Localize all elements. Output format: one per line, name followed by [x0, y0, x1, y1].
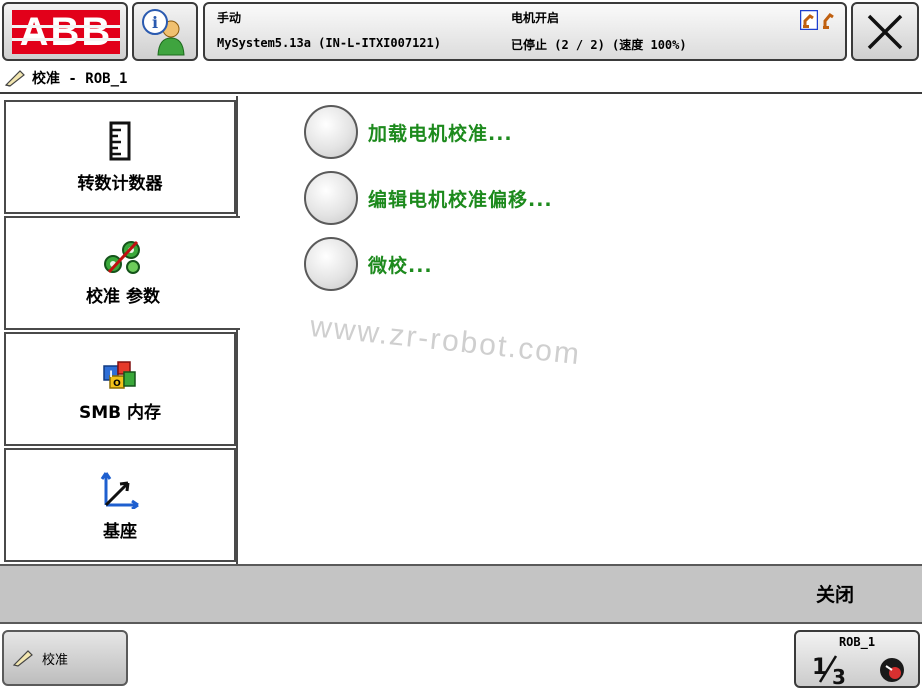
option-label: 微校... — [368, 254, 433, 277]
abb-menu-button[interactable]: ABB — [2, 2, 128, 61]
sidebar-item-label: SMB 内存 — [78, 402, 162, 423]
robot-icon — [823, 13, 834, 29]
smb-memory-icon: I O — [103, 360, 136, 389]
revolution-counter-icon — [109, 121, 131, 160]
close-window-button[interactable] — [851, 2, 919, 61]
window-title: 校准 - ROB_1 — [32, 71, 128, 87]
sidebar-item-label: 转数计数器 — [77, 173, 163, 194]
top-bar: ABB i 手动 MySystem5.13a (IN-L-ITXI007121)… — [0, 0, 922, 64]
operating-mode: 手动 — [217, 11, 242, 25]
quickset-menu-button[interactable]: ROB_1 1 3 — [794, 630, 920, 688]
sidebar-item-label: 基座 — [103, 521, 137, 542]
mechanical-unit: ROB_1 — [838, 635, 876, 649]
taskbar-item-label: 校准 — [42, 652, 69, 668]
logo-stripe — [12, 25, 120, 28]
radio-button[interactable] — [304, 105, 358, 159]
robot-selected-icon — [800, 10, 818, 30]
sidebar-item-base-frame[interactable]: 基座 — [4, 448, 236, 562]
operator-window-button[interactable]: i — [132, 2, 198, 61]
svg-text:1: 1 — [812, 655, 827, 680]
svg-text:O: O — [113, 379, 121, 389]
svg-text:I: I — [109, 370, 112, 380]
sidebar-divider — [236, 330, 238, 564]
abb-logo: ABB — [12, 10, 120, 54]
calibration-main-area: 转数计数器 校准 参数 I O SMB 内存 基座 加载电机校准... 编辑电机… — [0, 96, 922, 564]
option-load-motor-calibration[interactable]: 加载电机校准... — [304, 104, 513, 160]
calibration-parameters-icon — [104, 240, 140, 274]
option-edit-motor-calibration-offset[interactable]: 编辑电机校准偏移... — [304, 170, 553, 226]
system-name: MySystem5.13a (IN-L-ITXI007121) — [217, 36, 441, 50]
close-icon — [867, 14, 903, 49]
increment-fraction-icon: 1 3 — [812, 655, 846, 686]
motor-state: 电机开启 — [511, 11, 560, 25]
info-user-icon: i — [142, 8, 185, 55]
sidebar-divider — [236, 96, 238, 216]
sidebar-item-calibration-parameters[interactable]: 校准 参数 — [4, 216, 240, 330]
close-button[interactable]: 关闭 — [816, 580, 854, 607]
watermark: www.zr-robot.com — [308, 310, 583, 372]
speed-icon — [880, 658, 904, 682]
sidebar-item-revolution-counters[interactable]: 转数计数器 — [4, 100, 236, 214]
status-icons — [800, 10, 835, 30]
taskbar-item-calibration[interactable]: 校准 — [2, 630, 128, 686]
sidebar-item-label: 校准 参数 — [86, 286, 160, 307]
option-fine-calibration[interactable]: 微校... — [304, 236, 433, 292]
abb-logo-text: ABB — [19, 10, 113, 54]
option-label: 加载电机校准... — [368, 122, 513, 145]
base-frame-icon — [100, 471, 139, 509]
status-bar[interactable]: 手动 MySystem5.13a (IN-L-ITXI007121) 电机开启 … — [203, 2, 847, 61]
option-label: 编辑电机校准偏移... — [368, 188, 553, 211]
svg-text:3: 3 — [832, 665, 846, 686]
calibration-icon — [4, 70, 25, 87]
command-bar: 关闭 — [0, 564, 922, 624]
sidebar-item-smb-memory[interactable]: I O SMB 内存 — [4, 332, 236, 446]
calibration-icon — [12, 650, 33, 667]
taskbar: 校准 ROB_1 1 3 — [0, 624, 922, 690]
radio-button[interactable] — [304, 237, 358, 291]
radio-button[interactable] — [304, 171, 358, 225]
window-title-bar: 校准 - ROB_1 — [0, 64, 922, 94]
svg-text:i: i — [152, 13, 158, 32]
logo-stripe — [12, 38, 120, 41]
program-state: 已停止 (2 / 2) (速度 100%) — [511, 38, 687, 52]
